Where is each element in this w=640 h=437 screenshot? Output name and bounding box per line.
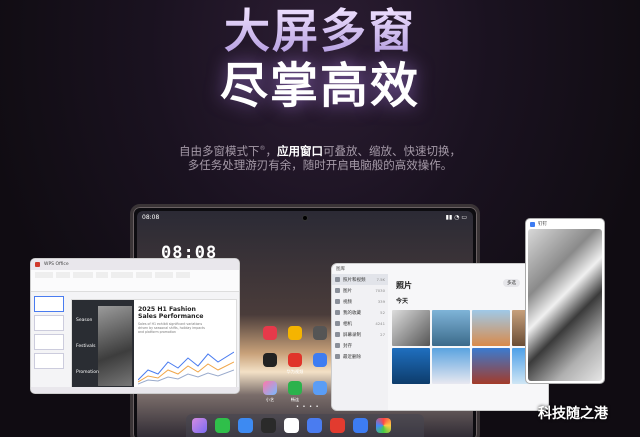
messages-icon[interactable]	[238, 418, 253, 433]
toolbar-button[interactable]	[111, 272, 133, 278]
slide-thumbnail[interactable]	[34, 296, 64, 312]
sidebar-item-trash[interactable]: 最近删除	[332, 351, 388, 362]
photo-thumb[interactable]	[432, 348, 470, 384]
gallery-dock-icon[interactable]	[376, 418, 391, 433]
slide-canvas[interactable]: Season Festivals Promotion 2025 H1 Fashi…	[71, 299, 237, 391]
wps-icon	[35, 262, 40, 267]
dock-bar	[186, 414, 424, 437]
gallery-titlebar: 图库	[332, 264, 548, 274]
slide-thumbnail[interactable]	[34, 334, 64, 350]
gallery-window[interactable]: 图库 照片和视频 7.5K 图片 7030 视频 339 我的收藏 52 相机 4241 …	[331, 263, 549, 411]
slide-thumbnail[interactable]	[34, 353, 64, 369]
app-label-video: 华为视频	[286, 369, 304, 374]
toolbar-button[interactable]	[35, 272, 53, 278]
app-label-changlian: 畅连	[290, 397, 300, 402]
sidebar-item-camera[interactable]: 相机 4241	[332, 318, 388, 329]
app-icon-2[interactable]	[288, 326, 302, 340]
video-icon	[335, 299, 340, 304]
dingtalk-photo[interactable]	[528, 229, 602, 381]
photo-icon	[335, 277, 340, 282]
toolbar-button[interactable]	[136, 272, 152, 278]
sidebar-item-favorites[interactable]: 我的收藏 52	[332, 307, 388, 318]
gallery-app-name: 图库	[336, 267, 345, 272]
xiaoyi-icon[interactable]	[263, 381, 277, 395]
promo-stage: 大屏多窗 尽掌高效 自由多窗模式下®，应用窗口可叠放、缩放、快速切换， 多任务处…	[0, 0, 640, 437]
toolbar-button[interactable]	[73, 272, 93, 278]
status-icons: ▮▮ ◔ ▭	[445, 214, 467, 221]
dingtalk-icon	[530, 221, 535, 227]
app-icon-1[interactable]	[263, 326, 277, 340]
office-status-bar	[31, 387, 239, 393]
toolbar-button[interactable]	[96, 272, 108, 278]
app-icon-5[interactable]	[313, 381, 327, 395]
slide-label-promotion: Promotion	[76, 370, 99, 375]
sidebar-item-videos[interactable]: 视频 339	[332, 296, 388, 307]
office-window[interactable]: WPS Office Season Festivals Promotion 20…	[30, 258, 240, 394]
dingtalk-app-name: 钉钉	[538, 222, 547, 227]
notes-icon[interactable]	[261, 418, 276, 433]
section-today: 今天	[396, 298, 409, 305]
slide-subtitle: Sales of H1 exhibit significant variatio…	[138, 322, 205, 334]
front-camera	[302, 215, 308, 221]
headline-line1: 大屏多窗	[0, 6, 640, 56]
app-label-xiaoyi: 小艺	[265, 397, 275, 402]
photo-thumb[interactable]	[472, 310, 510, 346]
multi-select-button[interactable]: 多选	[503, 279, 520, 287]
app-icon-3[interactable]	[313, 326, 327, 340]
office-tab-bar: WPS Office	[31, 259, 239, 270]
slide-title: 2025 H1 Fashion Sales Performance	[138, 306, 204, 320]
watermark: 科技随之港	[538, 406, 608, 422]
slide-label-season: Season	[76, 318, 93, 323]
photo-thumb[interactable]	[392, 348, 430, 384]
camera-icon[interactable]	[284, 418, 299, 433]
screen-record-icon	[335, 332, 340, 337]
page-indicator: • • • •	[296, 404, 320, 410]
headline-line2: 尽掌高效	[219, 58, 420, 114]
huawei-video-icon[interactable]	[288, 353, 302, 367]
sidebar-item-screen-record[interactable]: 屏幕录制 27	[332, 329, 388, 340]
gallery-title: 照片	[396, 281, 412, 290]
sidebar-item-photos-videos[interactable]: 照片和视频 7.5K	[332, 274, 388, 285]
slide-photo	[98, 306, 132, 386]
dock-app-icon[interactable]	[192, 418, 207, 433]
description-line2: 多任务处理游刃有余，随时开启电脑般的高效操作。	[187, 158, 453, 172]
heart-icon	[335, 310, 340, 315]
status-time: 08:08	[142, 214, 160, 221]
trash-icon	[335, 354, 340, 359]
sidebar-item-archive[interactable]: 封存	[332, 340, 388, 351]
app-icon-4[interactable]	[313, 353, 327, 367]
files-icon[interactable]	[353, 418, 368, 433]
toolbar-button[interactable]	[155, 272, 173, 278]
photo-thumb[interactable]	[432, 310, 470, 346]
gallery-sidebar: 照片和视频 7.5K 图片 7030 视频 339 我的收藏 52 相机 4241 屏幕录…	[332, 274, 388, 410]
photo-thumb[interactable]	[472, 348, 510, 384]
photo-thumb[interactable]	[392, 310, 430, 346]
dingtalk-titlebar: 钉钉	[526, 219, 604, 229]
phone-icon[interactable]	[215, 418, 230, 433]
slide-thumbnails	[34, 296, 64, 385]
changlian-icon[interactable]	[288, 381, 302, 395]
slide-line-chart	[138, 351, 234, 385]
slide-label-festivals: Festivals	[76, 344, 96, 349]
wps-dock-icon[interactable]	[330, 418, 345, 433]
slide-thumbnail[interactable]	[34, 315, 64, 331]
game-app-icon[interactable]	[263, 353, 277, 367]
toolbar-button[interactable]	[176, 272, 190, 278]
toolbar-button[interactable]	[56, 272, 70, 278]
dingtalk-window[interactable]: 钉钉	[525, 218, 605, 384]
office-tab-label[interactable]: WPS Office	[44, 262, 69, 267]
camera-icon	[335, 321, 340, 326]
contacts-icon[interactable]	[307, 418, 322, 433]
archive-icon	[335, 343, 340, 348]
sidebar-item-images[interactable]: 图片 7030	[332, 285, 388, 296]
office-toolbar	[31, 270, 239, 292]
image-icon	[335, 288, 340, 293]
